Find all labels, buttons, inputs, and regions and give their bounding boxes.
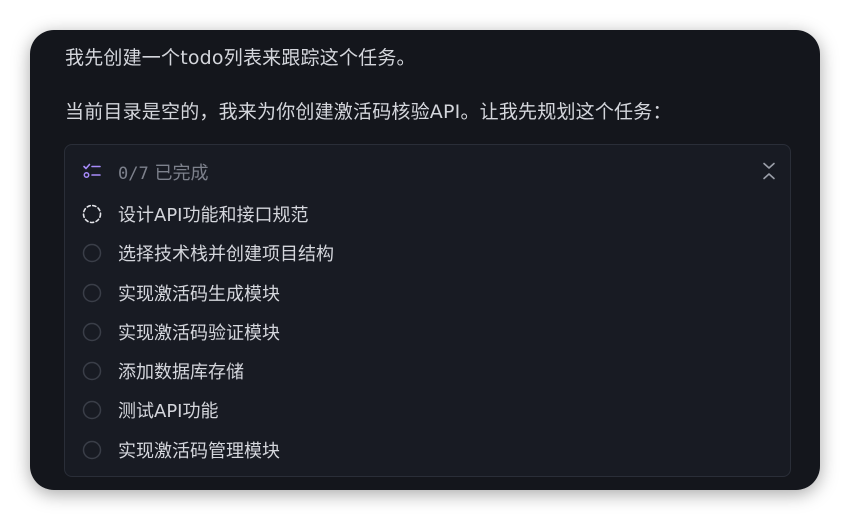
- collapse-chevrons-icon[interactable]: [760, 161, 778, 181]
- todo-progress: 0/7 已完成: [118, 159, 208, 185]
- pending-circle-icon: [82, 401, 102, 420]
- todo-item-label: 设计API功能和接口规范: [118, 205, 309, 226]
- todo-item-label: 实现激活码管理模块: [118, 440, 280, 462]
- todo-item-label: 测试API功能: [118, 401, 219, 423]
- pending-circle-icon: [82, 283, 102, 302]
- todo-item: 设计API功能和接口规范: [65, 197, 790, 236]
- todo-header: 0/7 已完成: [65, 145, 790, 197]
- assistant-message-2: 当前目录是空的，我来为你创建激活码核验API。让我先规划这个任务：: [65, 101, 672, 123]
- todo-progress-count: 0/7: [118, 164, 149, 184]
- todo-list: 设计API功能和接口规范 选择技术栈并创建项目结构 实现激活码生成模块 实现激活…: [65, 197, 790, 472]
- todo-item: 添加数据库存储: [65, 354, 790, 393]
- pending-circle-icon: [82, 244, 102, 263]
- in-progress-spinner-icon: [82, 204, 102, 224]
- chat-window: 我先创建一个todo列表来跟踪这个任务。 当前目录是空的，我来为你创建激活码核验…: [30, 30, 820, 490]
- checklist-icon: [83, 163, 101, 178]
- todo-item: 选择技术栈并创建项目结构: [65, 236, 790, 275]
- todo-panel: 0/7 已完成 设计API功能和接口规范 选择技术栈并创建项目结构 实现激活码生…: [64, 144, 791, 477]
- todo-item-label: 实现激活码验证模块: [118, 322, 280, 344]
- pending-circle-icon: [82, 361, 102, 381]
- todo-item: 实现激活码管理模块: [65, 433, 790, 472]
- todo-item: 实现激活码验证模块: [65, 315, 790, 354]
- pending-circle-icon: [82, 322, 102, 342]
- assistant-message-1: 我先创建一个todo列表来跟踪这个任务。: [65, 47, 416, 69]
- todo-item-label: 添加数据库存储: [118, 362, 244, 384]
- todo-item: 测试API功能: [65, 393, 790, 432]
- todo-progress-label: 已完成: [154, 163, 209, 184]
- todo-item-label: 实现激活码生成模块: [118, 283, 280, 305]
- pending-circle-icon: [82, 440, 102, 460]
- todo-item-label: 选择技术栈并创建项目结构: [118, 244, 334, 266]
- todo-item: 实现激活码生成模块: [65, 276, 790, 315]
